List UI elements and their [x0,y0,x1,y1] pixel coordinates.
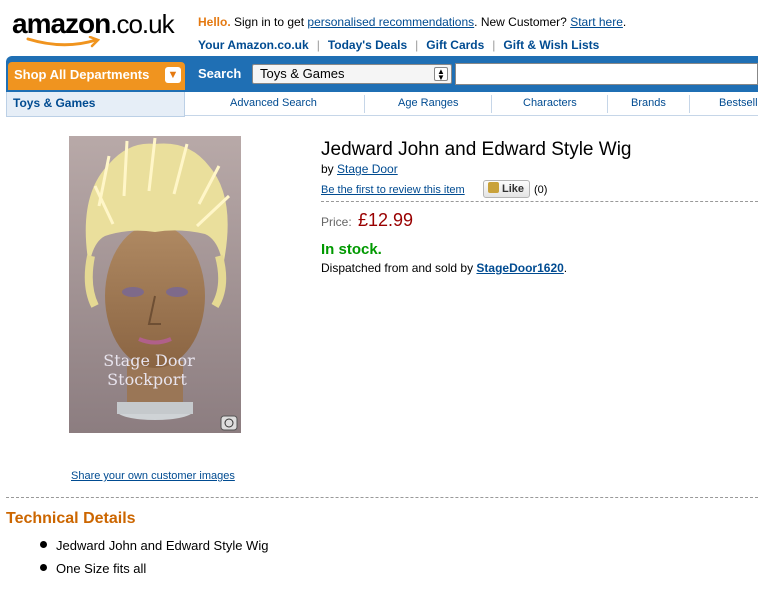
price-value: £12.99 [358,210,414,230]
greeting: Hello. Sign in to get personalised recom… [198,15,627,29]
product-title: Jedward John and Edward Style Wig [321,139,632,160]
technical-details-heading: Technical Details [6,510,136,527]
section-divider [6,497,758,498]
store-tab-toys-games[interactable]: Toys & Games [6,92,185,117]
logo-text: amazon [12,8,111,39]
select-arrows-icon: ▲ ▼ [434,67,448,82]
share-customer-images-link[interactable]: Share your own customer images [71,470,235,482]
review-link[interactable]: Be the first to review this item [321,184,465,196]
start-here-link[interactable]: Start here [570,15,623,29]
product-image[interactable]: Stage Door Stockport [69,136,241,433]
gift-wish-lists-link[interactable]: Gift & Wish Lists [503,38,599,52]
bullet-icon [40,564,47,571]
subnav-advanced-search[interactable]: Advanced Search [230,97,317,109]
your-amazon-link[interactable]: Your Amazon.co.uk [198,38,309,52]
brand-link[interactable]: Stage Door [337,162,398,176]
thumbs-up-icon [488,182,499,193]
chevron-down-icon: ▼ [165,67,181,83]
like-count: (0) [534,184,548,196]
logo-suffix: .co.uk [110,9,174,39]
amazon-logo[interactable]: amazon.co.uk [12,10,182,50]
divider [321,201,758,202]
subnav-characters[interactable]: Characters [523,97,577,109]
stock-status: In stock. [321,241,382,258]
watermark-line-2: Stockport [107,370,187,389]
like-button[interactable]: Like [483,180,530,198]
search-label: Search [198,66,242,81]
subnav-age-ranges[interactable]: Age Ranges [398,97,459,109]
wig-mannequin-image: Stage Door Stockport [69,136,241,433]
gift-cards-link[interactable]: Gift Cards [426,38,484,52]
dispatch-info: Dispatched from and sold by StageDoor162… [321,261,568,275]
list-item: One Size fits all [40,561,146,576]
hello-text: Hello. [198,15,231,29]
watermark-line-1: Stage Door [103,351,195,370]
shop-all-departments-button[interactable]: Shop All Departments ▼ [8,62,185,90]
subnav-bestsellers[interactable]: Bestsell [719,97,758,109]
new-customer-text: . New Customer? [474,15,571,29]
seller-link[interactable]: StageDoor1620 [476,261,563,275]
search-input[interactable] [455,63,758,85]
list-item: Jedward John and Edward Style Wig [40,538,268,553]
byline: by Stage Door [321,162,398,176]
personalised-recommendations-link[interactable]: personalised recommendations [307,15,474,29]
search-category-select[interactable]: Toys & Games ▲ ▼ [252,64,452,84]
signin-text: Sign in to get [230,15,308,29]
top-links: Your Amazon.co.uk | Today's Deals | Gift Car… [198,38,600,52]
zoom-icon [220,415,238,431]
bullet-icon [40,541,47,548]
todays-deals-link[interactable]: Today's Deals [328,38,407,52]
price-label: Price: [321,215,352,229]
subnav-brands[interactable]: Brands [631,97,666,109]
smile-arrow-icon [26,36,101,48]
